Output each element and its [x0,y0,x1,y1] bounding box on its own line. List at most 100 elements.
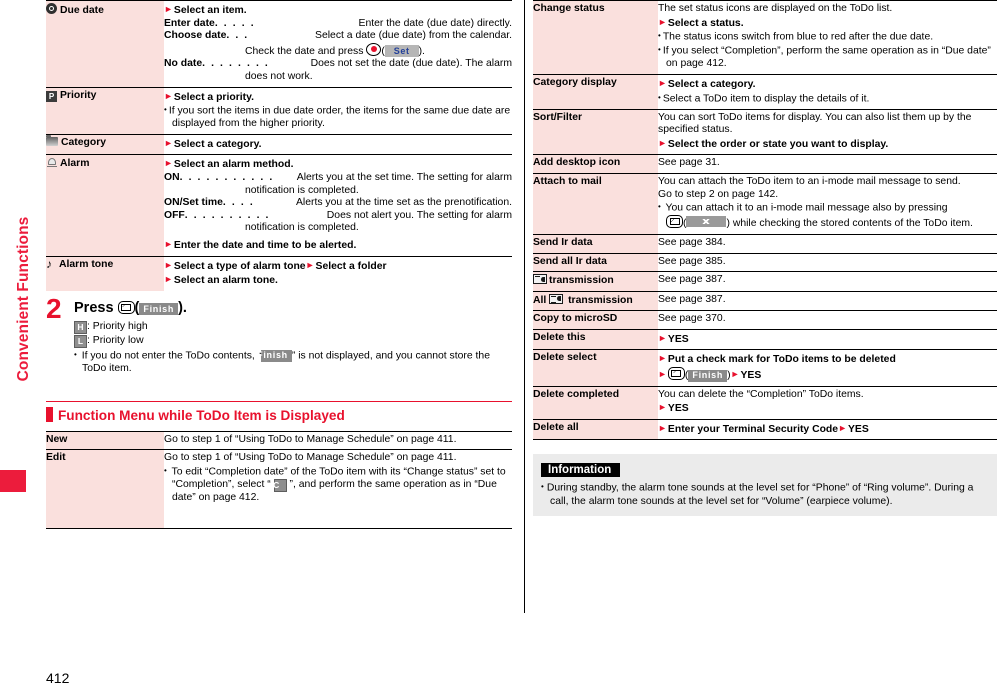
step-block: 2 Press (Finish). H: Priority high L: Pr… [46,294,512,385]
step-line-priority-low: L: Priority low [74,334,512,348]
table-row: New Go to step 1 of “Using ToDo to Manag… [46,431,512,450]
row-term-alarm: Alarm [46,154,164,257]
row-desc-send-ir-data: See page 384. [658,234,997,253]
definition-row: Choose date . . . Select a date (due dat… [164,30,512,42]
table-row: Sort/Filter You can sort ToDo items for … [533,109,997,155]
priority-low-icon: L [74,334,87,348]
arrow-icon: ► [164,274,173,285]
row-desc-category-display: ►Select a category. Select a ToDo item t… [658,74,997,110]
information-box: Information During standby, the alarm to… [533,454,997,517]
definition-row: ON . . . . . . . . . . . Alerts you at t… [164,172,512,184]
todo-settings-table: Due date ►Select an item. Enter date . .… [46,0,512,291]
row-term-sort-filter: Sort/Filter [533,109,658,155]
arrow-icon: ► [164,90,173,101]
definition-row: ON/Set time . . . . Alerts you at the ti… [164,197,512,209]
priority-high-icon: H [74,320,87,334]
table-row: Delete select ►Put a check mark for ToDo… [533,349,997,387]
note-item: You can attach it to an i-mode mail mess… [658,201,997,231]
information-item: During standby, the alarm tone sounds at… [541,480,989,508]
row-desc-alarm: ►Select an alarm method. ON . . . . . . … [164,154,512,257]
arrow-icon: ► [305,259,315,270]
left-column: Due date ►Select an item. Enter date . .… [46,0,512,529]
row-desc-all-transmission: See page 387. [658,291,997,311]
function-menu-table-left: New Go to step 1 of “Using ToDo to Manag… [46,431,512,529]
row-desc-send-all-ir-data: See page 385. [658,253,997,272]
row-term-delete-all: Delete all [533,419,658,440]
row-desc-add-desktop-icon: See page 31. [658,154,997,174]
finish-softkey-label: Finish [139,303,179,316]
mail-key-icon [667,367,685,381]
step-note: If you do not enter the ToDo contents, “… [74,349,512,376]
center-key-icon [366,42,382,56]
arrow-icon: ► [164,239,173,249]
arrow-icon: ► [658,369,667,380]
step-title: Press (Finish). [74,299,187,316]
row-term-all-transmission: All transmission [533,291,658,311]
row-desc-change-status: The set status icons are displayed on th… [658,0,997,75]
row-term-attach-to-mail: Attach to mail [533,173,658,235]
transmission-icon [533,274,547,285]
note-item: To edit “Completion date” of the ToDo it… [164,465,512,505]
table-row: Delete all ►Enter your Terminal Security… [533,419,997,440]
arrow-icon: ► [164,158,173,169]
table-row: Change status The set status icons are d… [533,0,997,75]
section-header: Function Menu while ToDo Item is Display… [46,400,512,431]
table-row: Due date ►Select an item. Enter date . .… [46,0,512,88]
table-row: Attach to mail You can attach the ToDo i… [533,173,997,235]
arrow-icon: ► [658,77,667,88]
note-item: If you sort the items in due date order,… [164,104,512,131]
arrow-icon: ► [730,369,740,380]
table-row: Copy to microSD See page 370. [533,310,997,330]
finish-softkey-label: Finish [257,349,292,362]
chapter-tab: Convenient Functions [0,0,32,698]
arrow-icon: ► [658,137,667,148]
column-divider [524,0,525,613]
row-term-send-all-ir-data: Send all Ir data [533,253,658,272]
table-row: Alarm ►Select an alarm method. ON . . . … [46,154,512,257]
table-row: Add desktop icon See page 31. [533,154,997,174]
table-row: ♪ Alarm tone ►Select a type of alarm tone… [46,256,512,291]
mail-key-icon [117,300,135,314]
row-term-edit: Edit [46,449,164,529]
row-desc-new: Go to step 1 of “Using ToDo to Manage Sc… [164,431,512,450]
table-row: Category display ►Select a category. Sel… [533,74,997,110]
arrow-icon: ► [838,422,847,433]
row-desc-transmission: See page 387. [658,271,997,292]
row-term-send-ir-data: Send Ir data [533,234,658,253]
page-number: 412 [46,670,70,686]
row-desc-sort-filter: You can sort ToDo items for display. You… [658,109,997,155]
table-row: All transmission See page 387. [533,291,997,311]
definition-row: No date . . . . . . . . Does not set the… [164,58,512,70]
note-item: Select a ToDo item to display the detail… [658,92,997,106]
step-line-priority-high: H: Priority high [74,320,512,334]
row-term-due-date: Due date [46,0,164,88]
definition-row: Enter date . . . . . Enter the date (due… [164,17,512,29]
row-desc-delete-this: ►YES [658,329,997,350]
definition-row: OFF . . . . . . . . . . Does not alert y… [164,209,512,221]
row-term-add-desktop-icon: Add desktop icon [533,154,658,174]
note-item: If you select “Completion”, perform the … [658,44,997,71]
table-row: Category ►Select a category. [46,134,512,155]
set-softkey-label: Set [384,45,419,58]
chapter-tab-label: Convenient Functions [15,216,32,382]
row-term-new: New [46,431,164,450]
row-desc-due-date: ►Select an item. Enter date . . . . . En… [164,0,512,88]
row-term-change-status: Change status [533,0,658,75]
row-term-delete-select: Delete select [533,349,658,387]
section-marker-icon [46,406,53,422]
definition-continuation: does not work. [245,70,313,82]
arrow-icon: ► [658,353,667,364]
right-column: Change status The set status icons are d… [533,0,997,517]
row-desc-category: ►Select a category. [164,134,512,155]
row-desc-copy-to-microsd: See page 370. [658,310,997,330]
definition-continuation: notification is completed. [245,184,359,196]
row-term-priority: P Priority [46,87,164,135]
finish-softkey-label: Finish [688,369,728,382]
row-term-copy-to-microsd: Copy to microSD [533,310,658,330]
row-desc-alarm-tone: ►Select a type of alarm tone►Select a fo… [164,256,512,291]
function-menu-table-right: Change status The set status icons are d… [533,0,997,441]
table-row: Edit Go to step 1 of “Using ToDo to Mana… [46,449,512,529]
row-term-delete-completed: Delete completed [533,386,658,420]
mail-softkey-icon [686,216,727,228]
table-row: Send Ir data See page 384. [533,234,997,253]
